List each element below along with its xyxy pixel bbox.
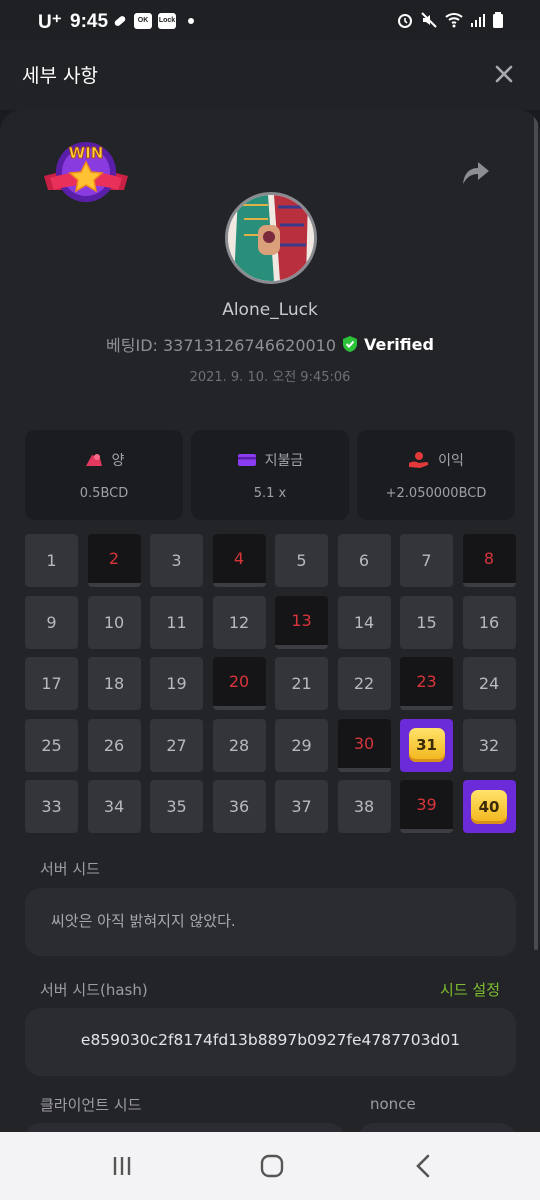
keno-cell-drawn: 2 [87,534,141,587]
keno-cell: 37 [275,780,328,833]
keno-cell-drawn: 13 [275,595,328,649]
avatar-image [228,195,314,281]
keno-cell: 19 [150,657,203,710]
notification-icons: OK Lock [112,13,194,29]
keno-cell: 12 [212,595,266,649]
keno-cell: 28 [212,718,266,772]
keno-cell: 1 [25,534,78,587]
verified-label: Verified [364,334,434,354]
keno-cell: 38 [337,780,391,833]
client-seed-label: 클라이언트 시드 [40,1096,142,1114]
signal-icon [471,14,485,27]
keno-cell: 9 [25,595,78,649]
back-icon[interactable] [410,1152,438,1180]
details-header: 세부 사항 [0,40,540,110]
gem-icon: 40 [471,789,507,824]
keno-cell: 11 [150,595,203,649]
bet-datetime: 2021. 9. 10. 오전 9:45:06 [189,370,351,385]
recent-apps-icon[interactable] [108,1152,136,1180]
keno-cell: 16 [462,595,516,649]
keno-grid: 1 2 3 4 5 6 7 8 9 10 11 12 13 14 15 16 17 18 19 20 21 22 23 24 2… [25,534,516,834]
ok-app-icon: OK [134,13,152,29]
keno-cell-drawn: 39 [400,780,453,833]
keno-cell: 3 [150,534,203,587]
stat-payout-label: 지불금 [264,453,304,469]
keno-cell: 34 [87,780,141,833]
system-icons [396,11,504,29]
keno-cell: 24 [462,657,516,710]
keno-cell-drawn: 4 [212,534,266,587]
server-hash-field[interactable]: e859030c2f8174fd13b8897b0927fe4787703d01 [25,1008,516,1076]
win-badge: WIN [44,142,128,202]
client-seed-field[interactable] [25,1123,345,1132]
keno-cell: 22 [337,657,391,710]
mute-icon [421,12,437,28]
nonce-field[interactable] [358,1123,516,1132]
keno-cell: 18 [87,657,141,710]
card-icon [237,454,256,466]
bet-details-panel: WIN Alone_Luck 베팅ID: 3371312674662001​0 … [0,110,540,1132]
alarm-icon [398,14,412,28]
lock-app-icon: Lock [158,13,176,29]
server-hash-label: 서버 시드(hash) [40,981,148,999]
stat-amount-label: 양 [111,453,125,469]
keno-cell: 33 [25,780,78,833]
clock: 9:45 [70,11,109,32]
username: Alone_Luck [222,300,318,320]
more-notifications-dot [188,18,194,24]
avatar[interactable] [225,192,317,284]
close-icon[interactable] [494,64,514,84]
keno-cell: 21 [275,657,328,710]
server-seed-label: 서버 시드 [40,860,100,878]
win-badge-text: WIN [69,144,104,162]
stat-amount-value: 0.5BCD [79,486,129,501]
keno-cell-drawn: 20 [212,657,266,710]
scrollbar[interactable] [534,110,538,950]
bet-id-row: 베팅ID: 3371312674662001​0 Verified [0,332,540,356]
nonce-label: nonce [370,1095,416,1113]
battery-icon [493,12,503,28]
server-seed-field: 씨앗은 아직 밝혀지지 않았다. [25,888,516,956]
system-nav-bar [0,1132,540,1200]
keno-cell: 32 [462,718,516,772]
stat-profit-label: 이익 [438,453,464,469]
shield-check-icon [343,336,358,352]
keno-cell: 26 [87,718,141,772]
set-seed-link[interactable]: 시드 설정 [440,979,500,1000]
coins-icon [85,454,102,466]
keno-cell-drawn: 23 [400,657,453,710]
keno-cell: 10 [87,595,141,649]
stat-payout: 지불금 5.1 x [191,430,349,520]
keno-cell: 35 [150,780,203,833]
keno-cell: 36 [212,780,266,833]
share-icon[interactable] [462,160,490,186]
keno-cell-hit: 31 [400,718,453,772]
stat-payout-value: 5.1 x [253,486,287,501]
stat-profit-value: +2.050000BCD [385,486,487,501]
hand-coin-icon [409,452,429,468]
keno-cell: 17 [25,657,78,710]
keno-cell: 25 [25,718,78,772]
keno-cell: 7 [400,534,453,587]
stat-amount: 양 0.5BCD [25,430,183,520]
status-bar: U⁺ 9:45 OK Lock [0,0,540,40]
keno-cell: 27 [150,718,203,772]
page-title: 세부 사항 [22,65,98,87]
gem-icon: 31 [408,728,445,762]
keno-cell-hit: 40 [462,780,516,833]
keno-cell: 5 [275,534,328,587]
keno-cell-drawn: 30 [337,718,391,772]
carrier-label: U⁺ [38,12,62,33]
pill-icon [114,16,126,26]
wifi-icon [445,13,463,28]
keno-cell: 15 [400,595,453,649]
keno-cell: 14 [337,595,391,649]
keno-cell: 29 [275,718,328,772]
home-icon[interactable] [258,1152,286,1180]
keno-cell: 6 [337,534,391,587]
keno-cell-drawn: 8 [462,534,516,587]
stat-profit: 이익 +2.050000BCD [357,430,515,520]
bet-id: 베팅ID: 3371312674662001​0 [106,336,337,355]
